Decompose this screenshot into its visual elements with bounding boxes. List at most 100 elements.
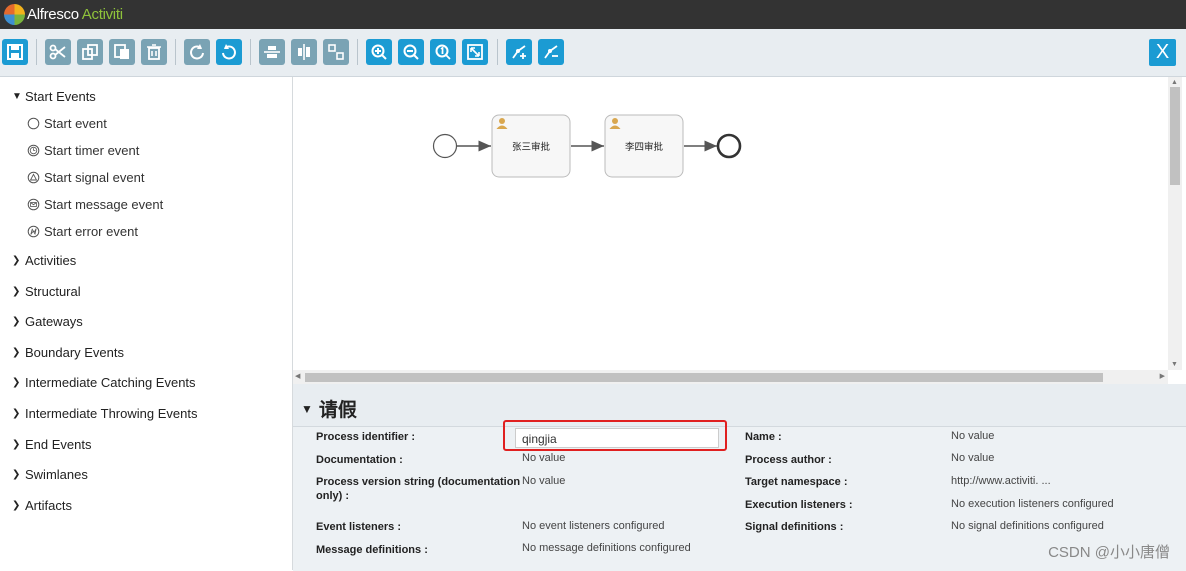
copy-button[interactable] xyxy=(77,39,103,65)
task-2-label: 李四审批 xyxy=(625,141,664,153)
zoom-in-icon xyxy=(371,44,387,60)
scroll-right-arrow-icon[interactable]: ▶ xyxy=(1160,372,1165,380)
properties-header[interactable]: ▼ 请假 xyxy=(301,395,357,422)
scroll-down-arrow-icon[interactable]: ▼ xyxy=(1171,361,1178,368)
close-button[interactable]: X xyxy=(1149,39,1176,66)
process-identifier-label: Process identifier : xyxy=(316,431,416,443)
remove-bendpoint-icon xyxy=(544,45,558,59)
logo-text-alfresco: Alfresco xyxy=(27,6,79,23)
palette-item-start-event[interactable]: Start event xyxy=(27,116,107,131)
toolbar-separator xyxy=(497,39,498,65)
message-definitions-label: Message definitions : xyxy=(316,544,428,556)
diagram-canvas[interactable]: 张三审批 李四审批 xyxy=(293,77,1168,370)
event-listeners-value[interactable]: No event listeners configured xyxy=(522,519,664,533)
scissors-icon xyxy=(49,44,66,60)
align-vertical-button[interactable] xyxy=(291,39,317,65)
signal-definitions-value[interactable]: No signal definitions configured xyxy=(951,519,1104,533)
palette-group-label: Artifacts xyxy=(25,498,72,513)
palette-group-label: Start Events xyxy=(25,89,96,104)
paste-button[interactable] xyxy=(109,39,135,65)
shape-palette: ▼ Start Events Start event Start timer e… xyxy=(0,77,293,570)
add-bendpoint-icon xyxy=(512,45,526,59)
palette-item-start-timer-event[interactable]: Start timer event xyxy=(27,143,139,158)
version-value[interactable]: No value xyxy=(522,474,565,488)
documentation-value[interactable]: No value xyxy=(522,451,565,465)
name-label: Name : xyxy=(745,431,782,443)
version-label: Process version string (documentation on… xyxy=(316,476,521,502)
zoom-out-icon xyxy=(403,44,419,60)
chevron-right-icon: ❯ xyxy=(12,286,21,297)
palette-group-end-events[interactable]: ❯ End Events xyxy=(12,437,92,452)
same-size-button[interactable] xyxy=(323,39,349,65)
palette-group-label: Intermediate Catching Events xyxy=(25,375,196,390)
process-author-label: Process author : xyxy=(745,454,832,466)
message-definitions-value[interactable]: No message definitions configured xyxy=(522,541,691,555)
scroll-up-arrow-icon[interactable]: ▲ xyxy=(1171,79,1178,86)
horizontal-scroll-thumb[interactable] xyxy=(305,373,1103,382)
chevron-right-icon: ❯ xyxy=(12,255,21,266)
chevron-right-icon: ❯ xyxy=(12,408,21,419)
trash-icon xyxy=(147,44,161,60)
toolbar-separator xyxy=(175,39,176,65)
save-icon xyxy=(7,44,23,60)
execution-listeners-value[interactable]: No execution listeners configured xyxy=(951,497,1114,511)
bpmn-diagram: 张三审批 李四审批 xyxy=(432,114,742,178)
app-logo: Alfresco Activiti xyxy=(4,4,123,25)
palette-item-label: Start error event xyxy=(44,224,138,239)
palette-item-start-signal-event[interactable]: Start signal event xyxy=(27,170,144,185)
signal-definitions-label: Signal definitions : xyxy=(745,521,844,533)
palette-group-swimlanes[interactable]: ❯ Swimlanes xyxy=(12,467,88,482)
palette-group-intermediate-throwing-events[interactable]: ❯ Intermediate Throwing Events xyxy=(12,406,197,421)
delete-button[interactable] xyxy=(141,39,167,65)
target-namespace-value[interactable]: http://www.activiti. ... xyxy=(951,474,1051,488)
chevron-right-icon: ❯ xyxy=(12,347,21,358)
cut-button[interactable] xyxy=(45,39,71,65)
process-author-value[interactable]: No value xyxy=(951,451,994,465)
chevron-down-icon: ▼ xyxy=(301,401,313,416)
save-button[interactable] xyxy=(2,39,28,65)
name-value[interactable]: No value xyxy=(951,429,994,443)
zoom-out-button[interactable] xyxy=(398,39,424,65)
palette-group-artifacts[interactable]: ❯ Artifacts xyxy=(12,498,72,513)
message-icon xyxy=(27,198,40,211)
redo-button[interactable] xyxy=(184,39,210,65)
zoom-actual-icon xyxy=(435,44,451,60)
palette-item-start-message-event[interactable]: Start message event xyxy=(27,197,163,212)
canvas-vertical-scrollbar[interactable]: ▲ ▼ xyxy=(1168,77,1182,370)
scroll-left-arrow-icon[interactable]: ◀ xyxy=(295,372,300,380)
zoom-actual-button[interactable] xyxy=(430,39,456,65)
zoom-fit-icon xyxy=(467,44,483,60)
palette-group-boundary-events[interactable]: ❯ Boundary Events xyxy=(12,345,124,360)
palette-group-label: Structural xyxy=(25,284,81,299)
palette-item-label: Start signal event xyxy=(44,170,145,185)
end-event-shape[interactable] xyxy=(716,133,742,159)
align-horizontal-button[interactable] xyxy=(259,39,285,65)
remove-bendpoint-button[interactable] xyxy=(538,39,564,65)
copy-icon xyxy=(82,44,98,60)
canvas-horizontal-scrollbar[interactable]: ◀ ▶ xyxy=(293,370,1168,384)
vertical-scroll-thumb[interactable] xyxy=(1170,87,1180,185)
palette-group-structural[interactable]: ❯ Structural xyxy=(12,284,81,299)
execution-listeners-label: Execution listeners : xyxy=(745,499,853,511)
palette-item-start-error-event[interactable]: Start error event xyxy=(27,224,138,239)
zoom-in-button[interactable] xyxy=(366,39,392,65)
palette-group-label: Gateways xyxy=(25,314,83,329)
zoom-fit-button[interactable] xyxy=(462,39,488,65)
add-bendpoint-button[interactable] xyxy=(506,39,532,65)
toolbar-separator xyxy=(250,39,251,65)
align-horizontal-icon xyxy=(264,46,280,58)
palette-item-label: Start event xyxy=(44,116,107,131)
logo-text-activiti: Activiti xyxy=(81,6,123,23)
palette-group-label: End Events xyxy=(25,437,92,452)
undo-button[interactable] xyxy=(216,39,242,65)
palette-group-activities[interactable]: ❯ Activities xyxy=(12,253,76,268)
start-event-shape[interactable] xyxy=(432,133,458,159)
top-bar: Alfresco Activiti xyxy=(0,0,1186,29)
palette-group-label: Intermediate Throwing Events xyxy=(25,406,198,421)
palette-group-intermediate-catching-events[interactable]: ❯ Intermediate Catching Events xyxy=(12,375,196,390)
palette-group-gateways[interactable]: ❯ Gateways xyxy=(12,314,83,329)
palette-item-label: Start message event xyxy=(44,197,164,212)
chevron-right-icon: ❯ xyxy=(12,316,21,327)
chevron-down-icon: ▼ xyxy=(12,91,22,102)
palette-group-start-events[interactable]: ▼ Start Events xyxy=(12,89,96,104)
